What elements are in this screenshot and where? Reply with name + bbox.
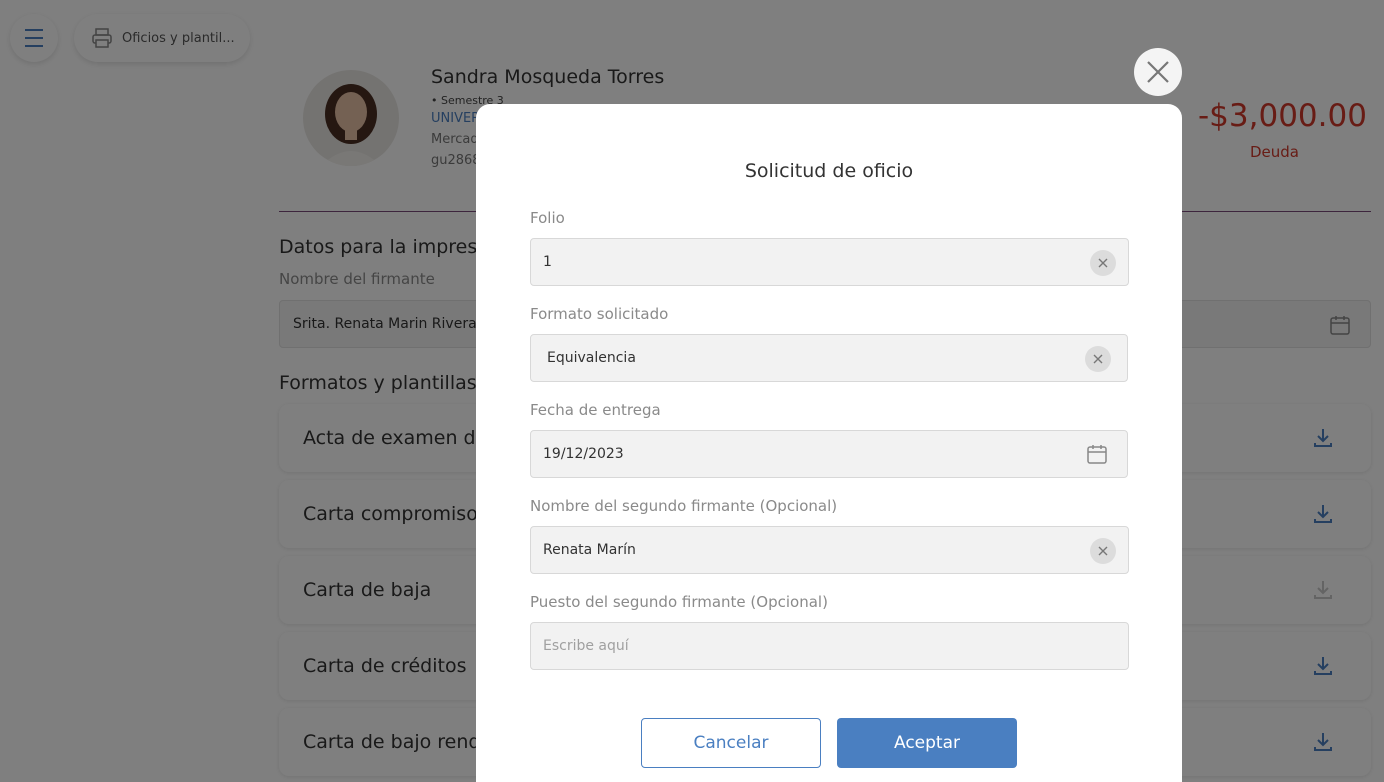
folio-value: 1 — [543, 254, 552, 270]
clear-second-signer-button[interactable] — [1090, 538, 1116, 564]
format-select[interactable]: Equivalencia — [530, 334, 1128, 382]
calendar-icon[interactable] — [1085, 442, 1109, 466]
clear-folio-button[interactable] — [1090, 250, 1116, 276]
close-icon — [1147, 61, 1169, 83]
folio-label: Folio — [530, 209, 565, 227]
format-value: Equivalencia — [547, 350, 636, 366]
modal-title: Solicitud de oficio — [744, 160, 914, 182]
clear-icon — [1098, 258, 1108, 268]
folio-input[interactable]: 1 — [530, 238, 1129, 286]
clear-format-button[interactable] — [1085, 346, 1111, 372]
position-label: Puesto del segundo firmante (Opcional) — [530, 593, 828, 611]
cancel-button[interactable]: Cancelar — [641, 718, 821, 768]
format-label: Formato solicitado — [530, 305, 669, 323]
accept-button[interactable]: Aceptar — [837, 718, 1017, 768]
second-signer-input[interactable]: Renata Marín — [530, 526, 1129, 574]
second-signer-label: Nombre del segundo firmante (Opcional) — [530, 497, 838, 515]
request-modal: Solicitud de oficio Folio 1 Formato soli… — [476, 104, 1182, 782]
close-modal-button[interactable] — [1134, 48, 1182, 96]
clear-icon — [1098, 546, 1108, 556]
date-label: Fecha de entrega — [530, 401, 661, 419]
date-value: 19/12/2023 — [543, 446, 624, 462]
second-signer-value: Renata Marín — [543, 542, 636, 558]
date-input[interactable]: 19/12/2023 — [530, 430, 1128, 478]
position-placeholder: Escribe aquí — [543, 638, 629, 654]
clear-icon — [1093, 354, 1103, 364]
position-input[interactable]: Escribe aquí — [530, 622, 1129, 670]
